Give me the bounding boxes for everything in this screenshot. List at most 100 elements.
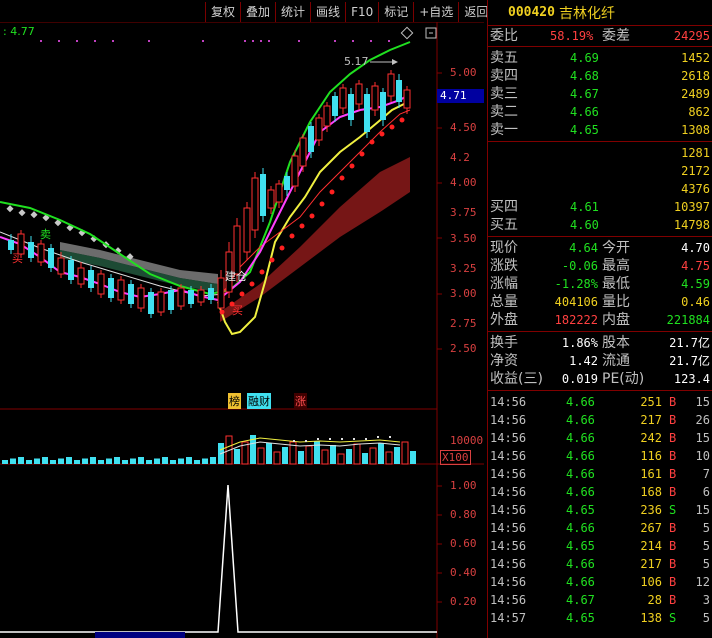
candle [48, 244, 54, 272]
build-position-label: 建仓 [225, 270, 247, 283]
tick-direction: B [669, 449, 677, 463]
trade-tick-row[interactable]: 14:56 4.66 251 B 15 [488, 393, 712, 411]
kline-svg[interactable] [0, 22, 484, 638]
trade-tick-row[interactable]: 14:56 4.66 168 B 6 [488, 483, 712, 501]
tick-volume: 242 [640, 431, 662, 445]
toolbar-stats-button[interactable]: 统计 [275, 2, 310, 22]
volume-bar [321, 449, 329, 465]
stock-code: 000420 [508, 5, 555, 20]
tick-volume: 217 [640, 413, 662, 427]
tick-direction: B [669, 557, 677, 571]
trade-tick-row[interactable]: 14:56 4.65 236 S 15 [488, 501, 712, 519]
volume-bar [202, 458, 208, 464]
tag-rongcai[interactable]: 融财 [247, 393, 271, 409]
ask-price: 4.66 [570, 105, 599, 119]
candle [108, 274, 114, 302]
volume-bar [58, 458, 64, 464]
volume-bar [273, 451, 281, 465]
candle [88, 266, 94, 292]
bid-row[interactable]: 买四 4.61 10397 [488, 198, 712, 216]
kline-chart-area[interactable]: : 4.77 5.17 4.71 5.00 4.50 4.2 4.00 3.75… [0, 22, 484, 638]
indicator-axis-label: 0.20 [450, 595, 477, 608]
fund-value: 21.7亿 [669, 336, 710, 350]
ask-row[interactable]: 卖二 4.66 862 [488, 103, 712, 121]
candle [68, 256, 74, 284]
bid-volume: 4376 [681, 182, 710, 196]
trade-ticks[interactable]: 14:56 4.66 251 B 15 14:56 4.66 217 B 26 14:56 4.66 2… [488, 391, 712, 629]
bid-row[interactable]: 1281 [488, 144, 712, 162]
volume-bar [401, 441, 409, 465]
trade-tick-row[interactable]: 14:57 4.65 138 S 5 [488, 609, 712, 627]
tag-zhang[interactable]: 涨 [294, 393, 307, 409]
toolbar-overlay-button[interactable]: 叠加 [240, 2, 275, 22]
toolbar-add-watch-button[interactable]: +自选 [413, 2, 458, 22]
tick-volume: 106 [640, 575, 662, 589]
ask-row[interactable]: 卖五 4.69 1452 [488, 49, 712, 67]
trade-tick-row[interactable]: 14:56 4.66 106 B 12 [488, 573, 712, 591]
ask-row[interactable]: 卖一 4.65 1308 [488, 121, 712, 139]
trade-tick-row[interactable]: 14:56 4.67 28 B 3 [488, 591, 712, 609]
candle [355, 80, 363, 110]
tick-price: 4.66 [566, 521, 595, 535]
tick-volume: 214 [640, 539, 662, 553]
toolbar-mark-button[interactable]: 标记 [378, 2, 413, 22]
ask-book: 卖五 4.69 1452 卖四 4.68 2618 卖三 4.67 2489 卖二 4.66 862 卖… [488, 47, 712, 142]
volume-unit-label: X100 [440, 450, 471, 465]
trade-tick-row[interactable]: 14:56 4.65 214 B 5 [488, 537, 712, 555]
trade-tick-row[interactable]: 14:56 4.66 161 B 7 [488, 465, 712, 483]
ask-volume: 2618 [681, 69, 710, 83]
candle [371, 82, 379, 116]
volume-bar [282, 447, 288, 464]
volume-bar [106, 458, 112, 464]
toolbar-draw-button[interactable]: 画线 [310, 2, 345, 22]
bid-row[interactable]: 2172 [488, 162, 712, 180]
tick-count: 5 [702, 539, 710, 553]
price-axis-label: 3.00 [450, 287, 477, 300]
tick-time: 14:56 [490, 395, 527, 409]
ask-price: 4.69 [570, 51, 599, 65]
tick-time: 14:56 [490, 521, 527, 535]
volume-bar [114, 457, 120, 464]
candle [243, 202, 251, 260]
trade-tick-row[interactable]: 14:56 4.66 116 B 10 [488, 447, 712, 465]
bid-volume: 1281 [681, 146, 710, 160]
volume-bar [138, 457, 144, 464]
candle [364, 88, 370, 138]
bid-row[interactable]: 买五 4.60 14798 [488, 216, 712, 234]
tick-direction: B [669, 395, 677, 409]
indicator-axis-label: 0.60 [450, 537, 477, 550]
tick-price: 4.65 [566, 503, 595, 517]
tick-count: 5 [702, 521, 710, 535]
toolbar-restore-right-button[interactable]: 复权 [205, 2, 240, 22]
ask-volume: 1452 [681, 51, 710, 65]
stock-header: 000420 吉林化纤 [488, 0, 712, 26]
candle [387, 70, 395, 102]
volume-bar [330, 445, 336, 464]
stat-row: 现价 4.64 今开 4.70 [488, 239, 712, 257]
candle [217, 270, 225, 314]
candle [117, 276, 125, 304]
quote-stats: 现价 4.64 今开 4.70 涨跌 -0.06 最高 4.75 涨幅 -1.28% 最低 4.59 总… [488, 237, 712, 332]
tag-bang[interactable]: 榜 [228, 393, 241, 409]
stat-value: -1.28% [554, 277, 598, 291]
stat-row: 外盘 182222 内盘 221884 [488, 311, 712, 329]
bid-row[interactable]: 4376 [488, 180, 712, 198]
tick-price: 4.67 [566, 593, 595, 607]
indicator-axis-label: 0.40 [450, 566, 477, 579]
stat-label: 量比 [602, 294, 630, 310]
tick-count: 10 [695, 449, 710, 463]
indicator-axis-label: 0.80 [450, 508, 477, 521]
trade-tick-row[interactable]: 14:56 4.66 242 B 15 [488, 429, 712, 447]
volume-bar [186, 457, 192, 464]
stat-label: 内盘 [602, 312, 630, 328]
tick-time: 14:56 [490, 467, 527, 481]
ask-row[interactable]: 卖四 4.68 2618 [488, 67, 712, 85]
tick-count: 12 [695, 575, 710, 589]
candle [97, 270, 105, 298]
trade-tick-row[interactable]: 14:56 4.66 217 B 26 [488, 411, 712, 429]
fund-value: 21.7亿 [669, 354, 710, 368]
ask-row[interactable]: 卖三 4.67 2489 [488, 85, 712, 103]
toolbar-f10-button[interactable]: F10 [345, 2, 378, 22]
trade-tick-row[interactable]: 14:56 4.66 267 B 5 [488, 519, 712, 537]
trade-tick-row[interactable]: 14:56 4.66 217 B 5 [488, 555, 712, 573]
